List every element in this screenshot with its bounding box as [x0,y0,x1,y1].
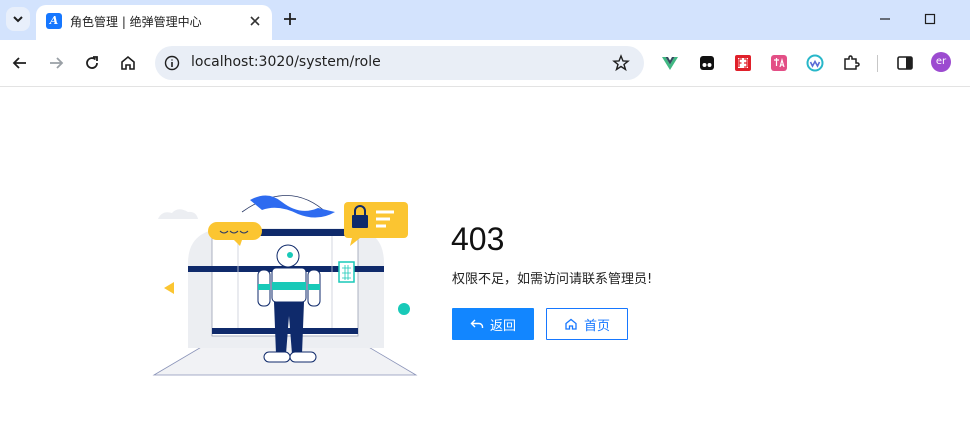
back-arrow-icon[interactable] [11,54,29,72]
chevron-down-icon [13,16,23,23]
home-button[interactable]: 首页 [546,308,628,340]
tab-strip: A 角色管理 | 绝弹管理中心 [0,0,970,40]
vue-devtools-icon[interactable] [660,53,680,73]
wappalyzer-icon[interactable] [805,53,825,73]
close-icon[interactable] [248,14,262,28]
tab-title: 角色管理 | 绝弹管理中心 [70,15,202,29]
new-tab-icon[interactable] [281,10,299,28]
toolbar-separator [877,55,878,72]
forward-arrow-icon[interactable] [47,54,65,72]
error-message: 权限不足，如需访问请联系管理员! [452,272,653,287]
maximize-icon[interactable] [920,10,940,28]
side-panel-icon[interactable] [895,53,915,73]
avatar[interactable]: er [931,52,951,72]
home-button-label: 首页 [583,318,610,334]
app-favicon-icon: A [46,13,62,29]
home-icon[interactable] [119,54,137,72]
address-bar[interactable]: localhost:3020/system/role [155,46,644,80]
site-info-icon[interactable] [164,55,180,71]
url-text[interactable]: localhost:3020/system/role [191,54,381,70]
error-code: 403 [451,221,505,257]
tab-search-button[interactable] [6,7,30,31]
forbidden-illustration [152,195,418,376]
fe-helper-icon[interactable] [733,53,753,73]
reload-icon[interactable] [83,54,101,72]
minimize-icon[interactable] [875,10,895,28]
home-icon [565,318,577,330]
page-content: 403 权限不足，如需访问请联系管理员! 返回 首页 [0,88,970,421]
back-button-label: 返回 [489,318,516,334]
translate-icon[interactable] [769,53,789,73]
active-tab[interactable]: A 角色管理 | 绝弹管理中心 [36,5,272,40]
back-icon [470,319,484,328]
back-button[interactable]: 返回 [452,308,534,340]
tampermonkey-icon[interactable] [697,53,717,73]
bookmark-star-icon[interactable] [612,54,630,72]
browser-toolbar: localhost:3020/system/role er [0,40,970,87]
puzzle-icon[interactable] [841,53,861,73]
